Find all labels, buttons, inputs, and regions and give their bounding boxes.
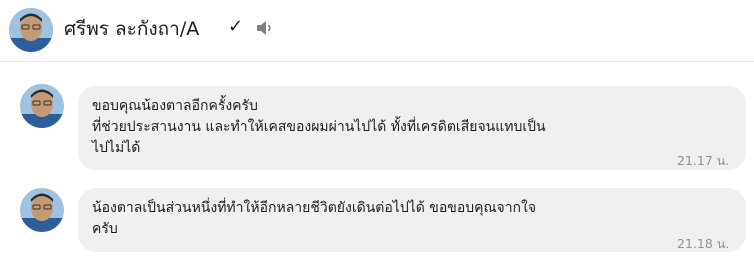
message-timestamp: 21.18 น. — [677, 236, 730, 251]
speaker-icon[interactable] — [256, 20, 274, 36]
message-line: ไปไม่ได้ — [92, 140, 141, 156]
message-avatar[interactable] — [20, 84, 64, 128]
message-line: น้องตาลเป็นส่วนหนึ่งที่ทำให้อีกหลายชีวิต… — [92, 200, 537, 216]
message-line: ที่ช่วยประสานงาน และทำให้เคสของผมผ่านไปไ… — [92, 119, 546, 135]
message-bubble[interactable]: น้องตาลเป็นส่วนหนึ่งที่ทำให้อีกหลายชีวิต… — [78, 188, 746, 252]
verified-check-icon: ✓ — [228, 16, 244, 37]
message-line: ครับ — [92, 221, 118, 237]
message-line: ขอบคุณน้องตาลอีกครั้งครับ — [92, 98, 258, 114]
chat-header: ศรีพร ละกังถา/A ✓ — [0, 0, 754, 62]
header-divider — [0, 61, 754, 62]
message-timestamp: 21.17 น. — [677, 153, 730, 168]
message-avatar[interactable] — [20, 188, 64, 232]
message-bubble[interactable]: ขอบคุณน้องตาลอีกครั้งครับ ที่ช่วยประสานง… — [78, 86, 746, 170]
contact-name[interactable]: ศรีพร ละกังถา/A — [64, 14, 199, 44]
contact-avatar[interactable] — [9, 8, 53, 52]
